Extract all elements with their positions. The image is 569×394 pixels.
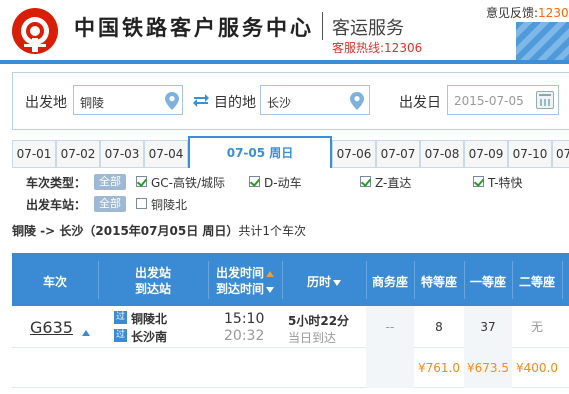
results-table-header: 车次 出发站 到达站 出发时间 到达时间 历时 商务座 特等座 一等座 二等座 — [12, 253, 569, 306]
premium-seat-count: 8 — [435, 320, 443, 334]
table-bottom — [12, 388, 569, 394]
railway-logo-icon[interactable] — [12, 8, 58, 54]
filter-gc-label[interactable]: GC-高铁/城际 — [151, 174, 225, 191]
business-seat-count: -- — [366, 306, 414, 348]
header-decoration — [516, 22, 569, 60]
train-number-link[interactable]: G635 — [30, 318, 73, 337]
departure-date-input[interactable]: 2015-07-05 — [447, 85, 559, 115]
filter-d-label[interactable]: D-动车 — [264, 174, 302, 191]
sort-desc-icon[interactable] — [333, 279, 341, 286]
tab-date-0708[interactable]: 07-08 — [420, 140, 464, 168]
tab-date-0705-active[interactable]: 07-05 周日 — [188, 136, 332, 170]
filter-station-label[interactable]: 铜陵北 — [151, 196, 187, 213]
location-pin-icon[interactable] — [350, 92, 364, 110]
train-type-all-button[interactable]: 全部 — [94, 174, 126, 190]
duration-text: 5小时22分 — [288, 314, 350, 328]
tab-date-0703[interactable]: 07-03 — [100, 140, 144, 168]
tab-date-0706[interactable]: 07-06 — [332, 140, 376, 168]
header-duration[interactable]: 历时 — [282, 253, 366, 306]
from-label: 出发地 — [25, 95, 67, 111]
to-label: 目的地 — [214, 95, 256, 111]
tab-date-0710[interactable]: 07-10 — [508, 140, 552, 168]
pass-tag-icon: 过 — [114, 329, 127, 342]
location-pin-icon[interactable] — [165, 92, 179, 110]
header-premium-seat: 特等座 — [420, 275, 457, 289]
checkbox-station-tonglingbei[interactable] — [136, 198, 147, 209]
premium-price: ¥761.0 — [418, 361, 460, 375]
header-times[interactable]: 出发时间 到达时间 — [208, 253, 282, 306]
tab-date-0709[interactable]: 07-09 — [464, 140, 508, 168]
from-station-input[interactable]: 铜陵 — [73, 85, 183, 115]
second-class-count: 无 — [530, 320, 543, 334]
station-all-button[interactable]: 全部 — [94, 196, 126, 212]
tab-date-0704[interactable]: 07-04 — [144, 140, 188, 168]
first-class-price: ¥673.5 — [464, 348, 512, 388]
second-class-price: ¥400.0 — [516, 361, 558, 375]
header-first-class: 一等座 — [469, 275, 506, 289]
tab-date-0707[interactable]: 07-07 — [376, 140, 420, 168]
site-title: 中国铁路客户服务中心 — [74, 16, 314, 40]
header-stations: 出发站 到达站 — [134, 266, 171, 296]
expand-stops-icon[interactable] — [82, 330, 90, 336]
depart-time: 15:10 — [224, 311, 265, 327]
checkbox-t[interactable] — [473, 176, 484, 187]
filter-z-label[interactable]: Z-直达 — [375, 174, 411, 191]
sort-asc-icon[interactable] — [266, 270, 274, 277]
checkbox-z[interactable] — [360, 176, 371, 187]
first-class-count: 37 — [464, 306, 512, 348]
filter-t-label[interactable]: T-特快 — [488, 174, 523, 191]
table-row[interactable]: G635 过 铜陵北 过 长沙南 15:10 20:32 5小时22分 当日到达… — [12, 306, 569, 348]
result-summary: 铜陵 -> 长沙（2015年07月05日 周日）共计1个车次 — [12, 224, 307, 238]
station-label: 出发车站： — [26, 198, 87, 212]
from-station-text: 铜陵北 — [131, 312, 168, 326]
site-header: 中国铁路客户服务中心 客运服务 客服热线:12306 意见反馈:1230 — [0, 0, 569, 60]
tab-date-0702[interactable]: 07-02 — [56, 140, 100, 168]
to-station-input[interactable]: 长沙 — [260, 85, 370, 115]
tab-date-0711[interactable]: 07- — [552, 140, 569, 168]
checkbox-gc[interactable] — [136, 176, 147, 187]
price-row: ¥761.0 ¥673.5 ¥400.0 — [12, 348, 569, 388]
header-divider — [322, 12, 323, 40]
header-second-class: 二等座 — [518, 275, 555, 289]
header-train-no[interactable]: 车次 — [12, 253, 98, 306]
filter-panel: 车次类型： 全部 GC-高铁/城际 D-动车 Z-直达 T-特快 出发车站： 全… — [12, 168, 569, 216]
train-type-label: 车次类型： — [26, 176, 87, 190]
date-tabs: 07-01 07-02 07-03 07-04 07-05 周日 07-06 0… — [12, 136, 569, 170]
business-price-empty — [366, 348, 414, 388]
arrival-note: 当日到达 — [288, 331, 337, 345]
header-business-seat: 商务座 — [371, 275, 408, 289]
tab-date-0701[interactable]: 07-01 — [12, 140, 56, 168]
calendar-icon[interactable] — [536, 91, 554, 109]
to-station-text: 长沙南 — [131, 330, 168, 344]
header-rule — [0, 60, 569, 64]
checkbox-d[interactable] — [249, 176, 260, 187]
arrive-time: 20:32 — [224, 328, 265, 344]
hotline-text: 客服热线:12306 — [332, 41, 423, 55]
search-panel: 出发地 铜陵 目的地 长沙 出发日 2015-07-05 — [12, 72, 569, 130]
date-label: 出发日 — [399, 95, 441, 111]
pass-tag-icon: 过 — [114, 311, 127, 324]
swap-icon[interactable] — [192, 91, 210, 109]
header-subtitle: 客运服务 — [332, 18, 404, 39]
feedback-link[interactable]: 意见反馈:1230 — [486, 4, 569, 21]
sort-desc-icon[interactable] — [266, 286, 274, 293]
